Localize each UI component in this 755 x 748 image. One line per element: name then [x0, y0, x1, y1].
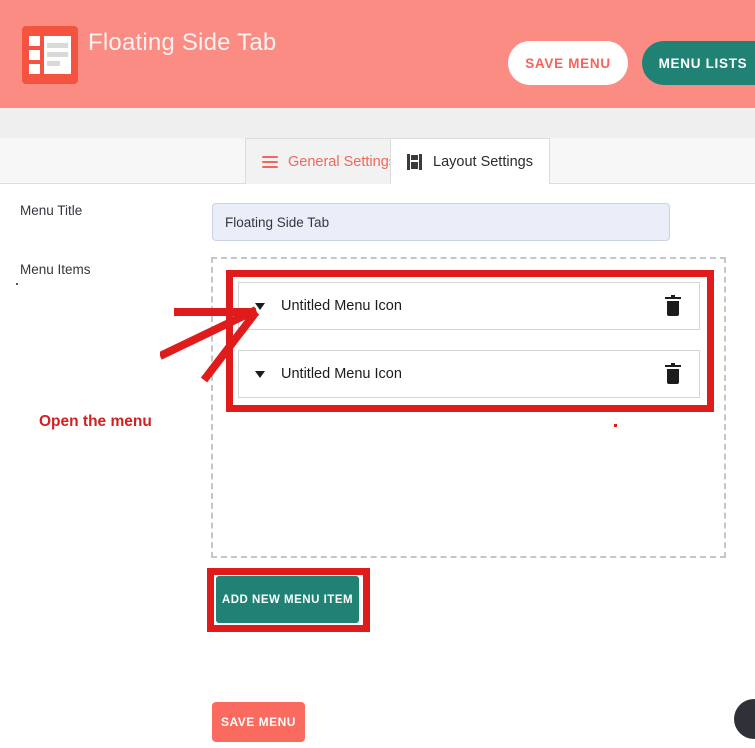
annotation-callout-text: Open the menu [39, 413, 152, 430]
menu-item-row-2[interactable]: Untitled Menu Icon [238, 350, 700, 398]
decorative-dot [16, 283, 18, 285]
app-root: Floating Side Tab SAVE MENU MENU LISTS G… [0, 0, 755, 748]
hamburger-icon [262, 155, 278, 168]
app-header: Floating Side Tab SAVE MENU MENU LISTS [0, 0, 755, 108]
menu-item-label: Untitled Menu Icon [281, 366, 402, 382]
chevron-down-icon[interactable] [255, 370, 265, 378]
menu-item-row-1[interactable]: Untitled Menu Icon [238, 282, 700, 330]
decorative-red-dot [614, 424, 617, 427]
menu-title-label: Menu Title [20, 203, 83, 218]
header-menu-lists-button[interactable]: MENU LISTS [642, 41, 755, 85]
tab-layout-settings-label: Layout Settings [433, 153, 533, 170]
app-title: Floating Side Tab [88, 29, 277, 56]
add-new-menu-item-button[interactable]: ADD NEW MENU ITEM [216, 576, 359, 623]
side-tab-list-logo-icon [22, 26, 78, 84]
chevron-down-icon[interactable] [255, 302, 265, 310]
menu-item-label: Untitled Menu Icon [281, 298, 402, 314]
tab-layout-settings[interactable]: Layout Settings [390, 138, 550, 184]
footer-save-menu-button[interactable]: SAVE MENU [212, 702, 305, 742]
header-save-menu-button[interactable]: SAVE MENU [508, 41, 628, 85]
tab-general-settings[interactable]: General Settings [245, 138, 414, 184]
trash-icon[interactable] [665, 362, 681, 384]
layout-columns-icon [407, 153, 423, 170]
floating-action-button[interactable] [734, 699, 755, 739]
tab-general-settings-label: General Settings [288, 153, 397, 170]
app-logo [22, 26, 78, 84]
tab-strip: General Settings Layout Settings [0, 138, 755, 184]
trash-icon[interactable] [665, 294, 681, 316]
menu-title-input[interactable] [212, 203, 670, 241]
menu-items-label: Menu Items [20, 262, 91, 277]
sub-header-bar [0, 108, 755, 138]
